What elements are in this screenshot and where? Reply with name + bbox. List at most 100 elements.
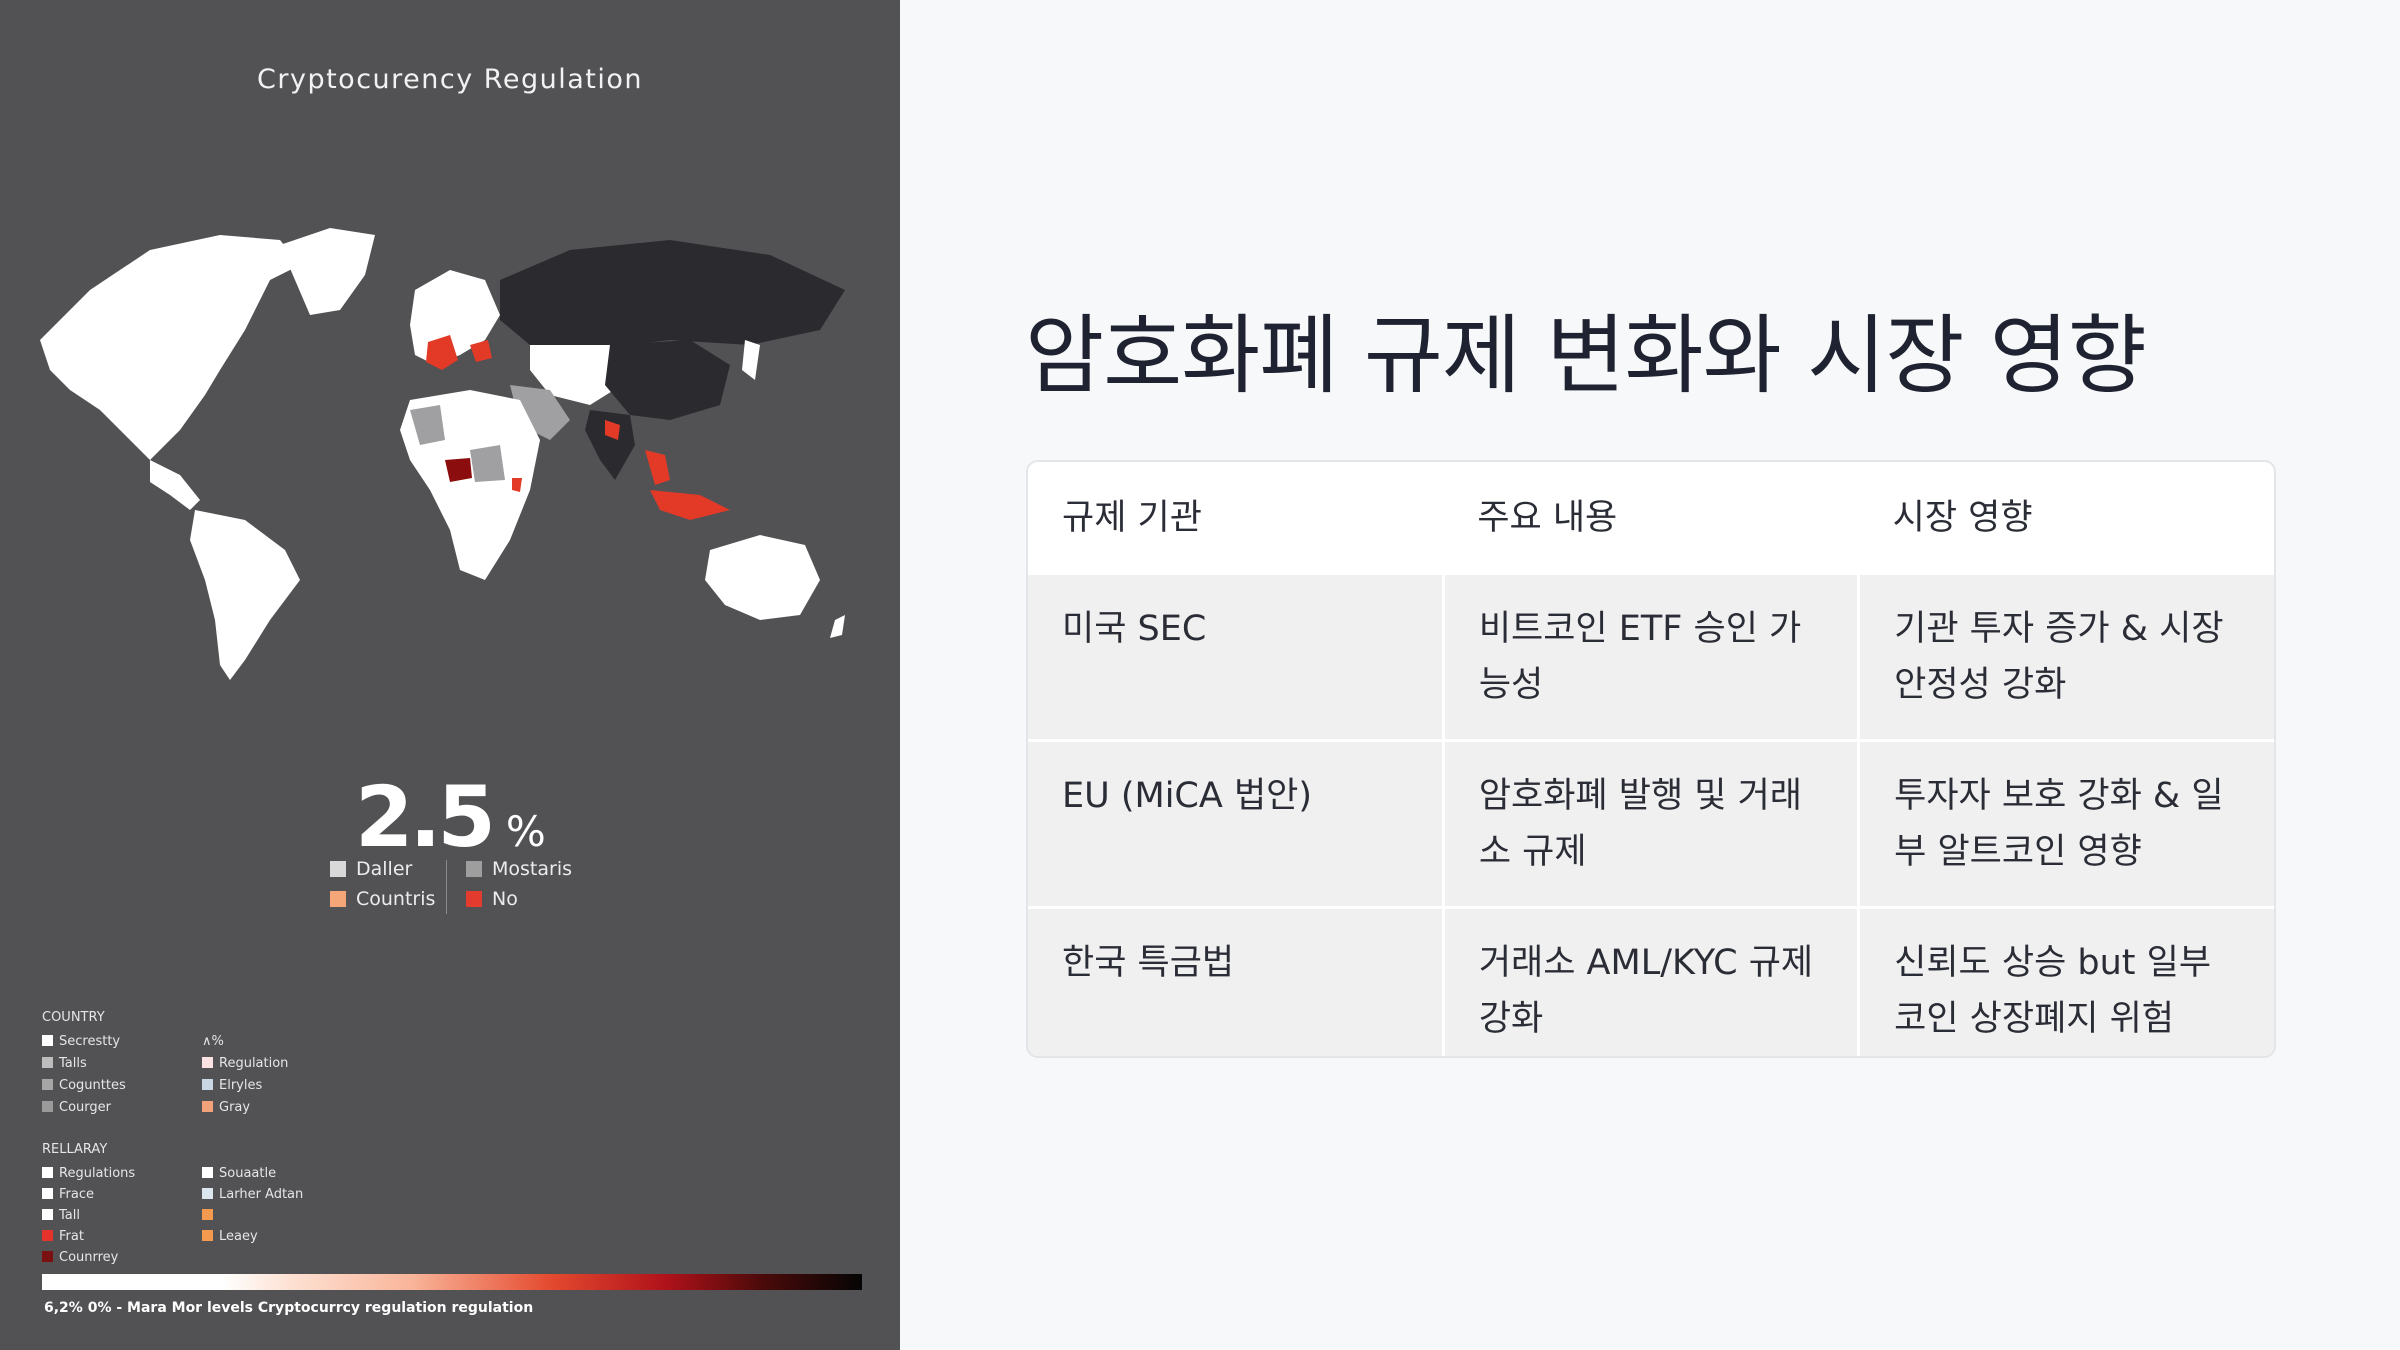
swatch	[466, 861, 482, 877]
swatch	[42, 1188, 53, 1199]
legend-label: Talls	[59, 1056, 87, 1071]
stat-legend-label: Daller	[356, 858, 413, 880]
regulation-table: 규제 기관 주요 내용 시장 영향 미국 SEC 비트코인 ETF 승인 가능성…	[1028, 462, 2274, 1056]
swatch	[466, 891, 482, 907]
swatch	[42, 1209, 53, 1220]
legend-item: Leaey	[202, 1229, 258, 1244]
legend-header-rellaray: RELLARAY	[42, 1142, 108, 1157]
infographic-poster: Cryptocurency Regulation 2.5 % Daller Mo…	[0, 0, 900, 1350]
legend-item: Talls	[42, 1056, 87, 1071]
color-scale-bar	[42, 1274, 862, 1290]
legend-header-percent: ∧%	[202, 1034, 224, 1049]
stat-legend-label: Countris	[356, 888, 436, 910]
legend-item: Regulation	[202, 1056, 288, 1071]
stat-legend-item: Daller	[330, 858, 412, 880]
column-header: 주요 내용	[1443, 462, 1859, 574]
swatch	[202, 1079, 213, 1090]
table-cell: 거래소 AML/KYC 규제 강화	[1441, 906, 1859, 1056]
legend-item: Tall	[42, 1208, 80, 1223]
table-row: 한국 특금법 거래소 AML/KYC 규제 강화 신뢰도 상승 but 일부 코…	[1028, 906, 2274, 1056]
legend-item: Gray	[202, 1100, 250, 1115]
table-cell: EU (MiCA 법안)	[1028, 739, 1444, 908]
legend-label: Frat	[59, 1229, 84, 1244]
legend-label: Regulation	[219, 1056, 289, 1071]
stat-legend-item: No	[466, 888, 518, 910]
map-japan	[742, 340, 760, 380]
swatch	[42, 1035, 53, 1046]
table-cell: 미국 SEC	[1028, 572, 1444, 741]
swatch	[42, 1057, 53, 1068]
swatch	[42, 1167, 53, 1178]
swatch	[202, 1101, 213, 1112]
table-cell: 암호화폐 발행 및 거래소 규제	[1441, 739, 1859, 908]
world-map	[40, 228, 845, 680]
stat-legend-divider	[446, 860, 447, 914]
stat-legend-item: Countris	[330, 888, 435, 910]
stat-legend: Daller Mostaris Countris No	[330, 858, 590, 918]
legend-label: Tall	[59, 1208, 80, 1223]
headline-stat: 2.5%	[355, 768, 546, 866]
swatch	[330, 891, 346, 907]
legend-label: Larher Adtan	[219, 1187, 304, 1202]
legend-label: Gray	[219, 1100, 251, 1115]
table-cell: 기관 투자 증가 & 시장 안정성 강화	[1857, 572, 2274, 741]
legend-item: Courger	[42, 1100, 111, 1115]
map-new-zealand	[830, 615, 845, 638]
detail-legend: COUNTRY ∧% Secrestty Talls Cogunttes Cou…	[42, 1010, 462, 1270]
legend-item: Souaatle	[202, 1166, 276, 1181]
poster-footnote: 6,2% 0% - Mara Mor levels Cryptocurrcy r…	[44, 1300, 534, 1316]
legend-label: Leaey	[219, 1229, 258, 1244]
swatch	[42, 1101, 53, 1112]
map-china	[605, 340, 730, 420]
legend-item: Frat	[42, 1229, 84, 1244]
table-row: EU (MiCA 법안) 암호화폐 발행 및 거래소 규제 투자자 보호 강화 …	[1028, 739, 2274, 908]
headline-stat-unit: %	[505, 807, 546, 856]
legend-label: Frace	[59, 1187, 94, 1202]
map-greenland	[280, 228, 375, 315]
slide-title: 암호화폐 규제 변화와 시장 영향	[1025, 306, 2147, 406]
column-header: 시장 영향	[1858, 462, 2274, 574]
swatch	[42, 1230, 53, 1241]
map-africa-gray-2	[470, 445, 505, 482]
map-australia	[705, 535, 820, 620]
legend-label: Regulations	[59, 1166, 136, 1181]
swatch	[202, 1188, 213, 1199]
table-cell: 투자자 보호 강화 & 일부 알트코인 영향	[1857, 739, 2274, 908]
legend-item: Counrrey	[42, 1250, 118, 1265]
table-cell: 비트코인 ETF 승인 가능성	[1441, 572, 1859, 741]
legend-item: Elryles	[202, 1078, 262, 1093]
map-indonesia	[650, 490, 730, 520]
table-cell: 한국 특금법	[1028, 906, 1444, 1056]
map-se-asia	[645, 450, 670, 485]
swatch	[330, 861, 346, 877]
legend-item: Cogunttes	[42, 1078, 126, 1093]
legend-label: Counrrey	[59, 1250, 119, 1265]
swatch	[202, 1230, 213, 1241]
swatch	[202, 1167, 213, 1178]
regulation-table-card: 규제 기관 주요 내용 시장 영향 미국 SEC 비트코인 ETF 승인 가능성…	[1026, 460, 2276, 1058]
map-india	[585, 410, 635, 480]
legend-item: Regulations	[42, 1166, 135, 1181]
legend-label: Souaatle	[219, 1166, 277, 1181]
table-header-row: 규제 기관 주요 내용 시장 영향	[1028, 462, 2274, 574]
table-row: 미국 SEC 비트코인 ETF 승인 가능성 기관 투자 증가 & 시장 안정성…	[1028, 572, 2274, 741]
stat-legend-label: No	[492, 888, 518, 910]
swatch	[42, 1079, 53, 1090]
column-header: 규제 기관	[1028, 462, 1444, 574]
legend-label: Courger	[59, 1100, 111, 1115]
stat-legend-item: Mostaris	[466, 858, 572, 880]
swatch	[42, 1251, 53, 1262]
legend-label: Cogunttes	[59, 1078, 126, 1093]
legend-item: Frace	[42, 1187, 94, 1202]
stat-legend-label: Mostaris	[492, 858, 572, 880]
swatch	[202, 1209, 213, 1220]
legend-item: Larher Adtan	[202, 1187, 303, 1202]
legend-header-country: COUNTRY	[42, 1010, 105, 1025]
map-south-america	[190, 510, 300, 680]
table-cell: 신뢰도 상승 but 일부 코인 상장폐지 위험	[1857, 906, 2274, 1056]
map-central-america	[150, 460, 200, 510]
legend-item	[202, 1208, 219, 1223]
poster-title: Cryptocurency Regulation	[257, 64, 643, 95]
map-north-america	[40, 235, 300, 460]
map-russia	[500, 240, 845, 350]
